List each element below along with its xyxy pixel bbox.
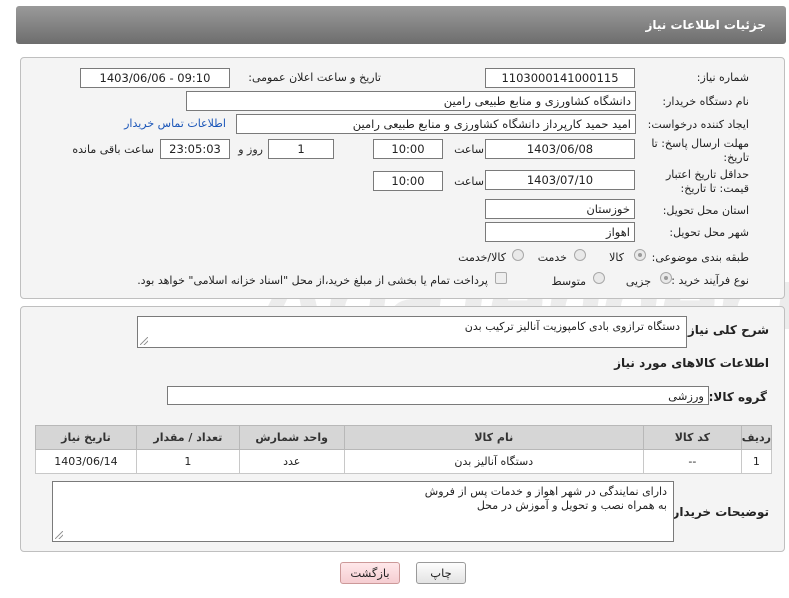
print-button[interactable]: چاپ <box>416 562 466 584</box>
category-goods-radio[interactable] <box>634 249 646 261</box>
announce-datetime-field[interactable]: 1403/06/06 - 09:10 <box>80 68 230 88</box>
summary-textarea[interactable]: دستگاه ترازوی بادی کامپوزیت آنالیز ترکیب… <box>137 316 687 348</box>
summary-text: دستگاه ترازوی بادی کامپوزیت آنالیز ترکیب… <box>464 320 680 333</box>
cell-need-date: 1403/06/14 <box>35 449 137 474</box>
col-name: نام کالا <box>343 425 644 450</box>
category-service-label: خدمت <box>537 251 567 264</box>
col-unit: واحد شمارش <box>238 425 345 450</box>
back-button[interactable]: بازگشت <box>340 562 400 584</box>
buyer-notes-line-1: دارای نمایندگی در شهر اهواز و خدمات پس ا… <box>424 485 667 498</box>
cell-quantity: 1 <box>135 449 240 474</box>
process-minor-label: جزیی <box>625 275 651 288</box>
goods-group-label: گروه کالا: <box>708 390 767 404</box>
buyer-contact-link[interactable]: اطلاعات تماس خریدار <box>124 117 226 130</box>
col-need-date: تاریخ نیاز <box>35 425 137 450</box>
buyer-org-field[interactable]: دانشگاه کشاورزی و منابع طبیعی رامین <box>186 91 636 111</box>
deadline-time-label: ساعت <box>454 143 484 156</box>
process-minor-radio[interactable] <box>660 272 672 284</box>
process-medium-label: متوسط <box>551 275 586 288</box>
buyer-notes-textarea[interactable]: دارای نمایندگی در شهر اهواز و خدمات پس ا… <box>52 481 674 542</box>
remaining-time-field[interactable]: 23:05:03 <box>160 139 230 159</box>
creator-label: ایجاد کننده درخواست: <box>647 118 749 131</box>
goods-table: ردیف کد کالا نام کالا واحد شمارش تعداد /… <box>35 425 773 474</box>
category-goods-label: کالا <box>609 251 624 264</box>
col-code: کد کالا <box>642 425 742 450</box>
treasury-payment-checkbox[interactable] <box>495 272 507 284</box>
buyer-notes-label: توضیحات خریدار: <box>667 505 769 519</box>
validity-time-label: ساعت <box>454 175 484 188</box>
need-number-label: شماره نیاز: <box>696 71 749 84</box>
creator-field[interactable]: امید حمید کارپرداز دانشگاه کشاورزی و منا… <box>236 114 636 134</box>
cell-name: دستگاه آنالیز بدن <box>343 449 644 474</box>
treasury-payment-text: پرداخت تمام یا بخشی از مبلغ خرید،از محل … <box>137 274 488 287</box>
col-quantity: تعداد / مقدار <box>135 425 240 450</box>
cell-row: 1 <box>740 449 773 474</box>
province-field[interactable]: خوزستان <box>485 199 635 219</box>
need-number-field[interactable]: 1103000141000115 <box>485 68 635 88</box>
process-medium-radio[interactable] <box>593 272 605 284</box>
goods-info-title: اطلاعات کالاهای مورد نیاز <box>614 356 769 370</box>
province-label: استان محل تحویل: <box>662 204 749 217</box>
deadline-time-field[interactable]: 10:00 <box>373 139 443 159</box>
category-service-radio[interactable] <box>574 249 586 261</box>
resize-grip-icon[interactable] <box>140 337 148 345</box>
deadline-label: مهلت ارسال پاسخ: تا تاریخ: <box>651 137 749 164</box>
deadline-date-field[interactable]: 1403/06/08 <box>485 139 635 159</box>
city-label: شهر محل تحویل: <box>669 226 749 239</box>
remaining-time-label: ساعت باقی مانده <box>72 143 154 156</box>
process-type-label: نوع فرآیند خرید : <box>671 274 749 287</box>
goods-group-field[interactable]: ورزشی <box>167 386 709 405</box>
category-goods-service-label: کالا/خدمت <box>458 251 506 264</box>
days-remaining-field[interactable]: 1 <box>268 139 334 159</box>
days-label: روز و <box>238 143 263 156</box>
goods-table-header: ردیف کد کالا نام کالا واحد شمارش تعداد /… <box>35 425 773 450</box>
col-row: ردیف <box>740 425 773 450</box>
buyer-notes-line-2: به همراه نصب و تحویل و آموزش در محل <box>476 499 667 512</box>
announce-datetime-label: تاریخ و ساعت اعلان عمومی: <box>248 71 381 84</box>
validity-time-field[interactable]: 10:00 <box>373 171 443 191</box>
buyer-org-label: نام دستگاه خریدار: <box>662 95 749 108</box>
city-field[interactable]: اهواز <box>485 222 635 242</box>
validity-date-field[interactable]: 1403/07/10 <box>485 170 635 190</box>
table-row: 1 -- دستگاه آنالیز بدن عدد 1 1403/06/14 <box>35 449 773 474</box>
price-validity-label: حداقل تاریخ اعتبار قیمت: تا تاریخ: <box>665 168 749 195</box>
category-goods-service-radio[interactable] <box>512 249 524 261</box>
cell-unit: عدد <box>238 449 345 474</box>
resize-grip-icon[interactable] <box>55 531 63 539</box>
category-label: طبقه بندی موضوعی: <box>651 251 749 264</box>
cell-code: -- <box>642 449 742 474</box>
summary-label: شرح کلی نیاز: <box>683 323 769 337</box>
